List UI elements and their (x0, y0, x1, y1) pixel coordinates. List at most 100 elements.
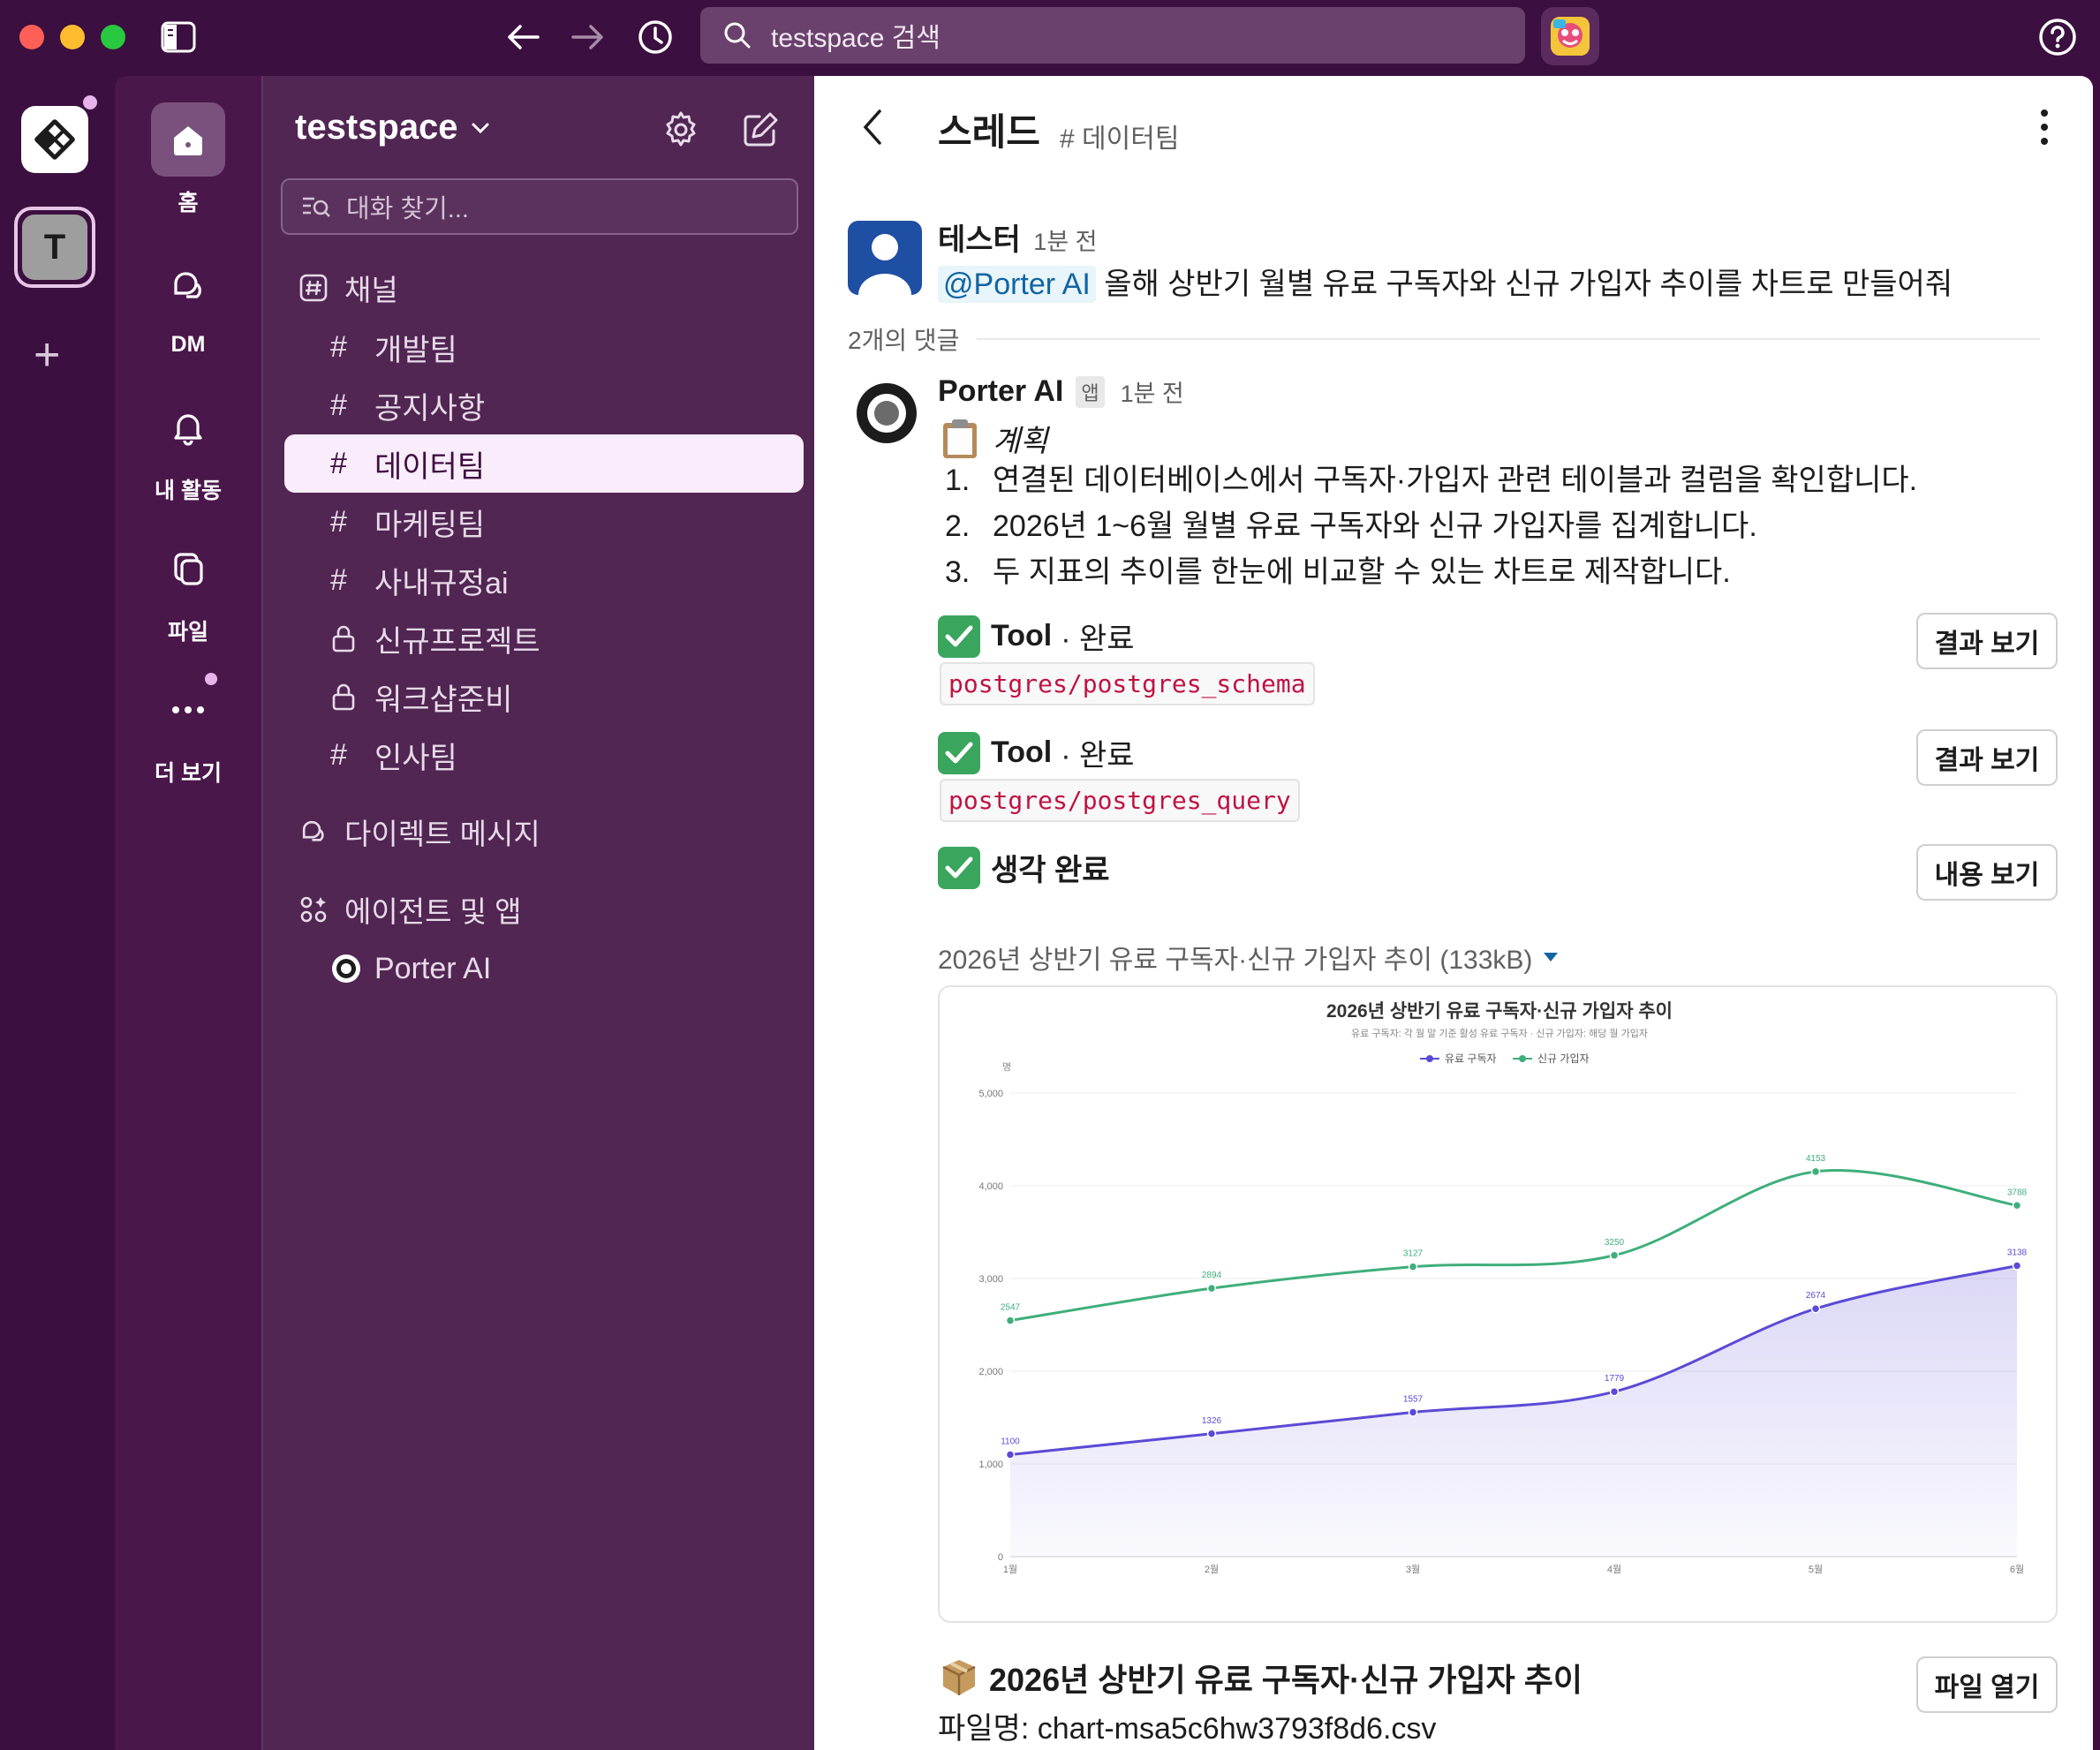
y-tick-label: 1,000 (978, 1460, 1003, 1470)
parent-author[interactable]: 테스터 (938, 223, 1021, 257)
data-point (1408, 1407, 1418, 1417)
nav-files[interactable]: 파일 (115, 532, 261, 646)
dm-header-label: 다이렉트 메시지 (344, 818, 540, 850)
data-point (1206, 1283, 1217, 1294)
app-name: Porter AI (374, 951, 492, 985)
workspace-switcher-active[interactable]: T (14, 207, 95, 288)
view-content-button[interactable]: 내용 보기 (1916, 844, 2058, 901)
porter-ai-mention[interactable]: @Porter AI (938, 266, 1096, 303)
nav-home[interactable]: 홈 (115, 102, 261, 217)
replies-divider: 2개의 댓글 (848, 321, 2040, 357)
check-mark-icon (938, 615, 980, 658)
y-tick-label: 5,000 (978, 1089, 1003, 1099)
sidebar-channel-new-project[interactable]: 신규프로젝트 (284, 609, 804, 668)
nav-more[interactable]: 더 보기 (115, 673, 261, 788)
files-icon (151, 532, 225, 606)
chevron-down-icon (472, 123, 489, 133)
data-label: 2894 (1202, 1271, 1222, 1280)
series-area-fill (1010, 1265, 2017, 1557)
home-icon (151, 102, 225, 177)
nav-dm[interactable]: DM (115, 249, 261, 358)
view-result-button-1[interactable]: 결과 보기 (1916, 613, 2058, 669)
thinking-label: 생각 완료 (991, 854, 1110, 887)
list-item: 1. 연결된 데이터베이스에서 구독자·가입자 관련 테이블과 컬럼을 확인합니다… (945, 464, 1918, 497)
data-point (1609, 1250, 1620, 1260)
nav-activity-label: 내 활동 (155, 479, 222, 503)
view-result-button-2[interactable]: 결과 보기 (1916, 729, 2058, 786)
help-icon[interactable] (2036, 16, 2079, 58)
reply-author[interactable]: Porter AI (938, 374, 1063, 409)
parent-time[interactable]: 1분 전 (1033, 229, 1097, 255)
data-point (1810, 1166, 1821, 1177)
apps-header-label: 에이전트 및 앱 (344, 895, 522, 928)
lock-icon (330, 683, 374, 711)
sidebar-channel-policy-ai[interactable]: # 사내규정ai (284, 551, 804, 609)
y-axis-label: 명 (1002, 1061, 1011, 1073)
sidebar-channel-hr[interactable]: # 인사팀 (284, 726, 804, 784)
clipboard-icon (943, 419, 977, 458)
data-point (1005, 1450, 1016, 1460)
data-label: 3138 (2007, 1248, 2028, 1258)
search-bar[interactable]: testspace 검색 (700, 7, 1525, 64)
reply-time[interactable]: 1분 전 (1121, 374, 1184, 409)
data-point (1810, 1303, 1821, 1314)
channel-name: 데이터팀 (374, 449, 486, 484)
window-minimize-button[interactable] (60, 25, 85, 49)
sidebar-channel-notice[interactable]: # 공지사항 (284, 376, 804, 434)
sidebar-app-porter-ai[interactable]: Porter AI (284, 939, 804, 998)
thread-channel-link[interactable]: # 데이터팀 (1060, 117, 1179, 155)
add-workspace-plus-icon[interactable]: + (34, 332, 60, 378)
open-file-button[interactable]: 파일 열기 (1916, 1656, 2058, 1713)
channel-name: 개발팀 (374, 333, 457, 367)
channels-hash-box-icon (299, 274, 328, 302)
primary-nav: 홈 DM 내 활동 파일 더 보기 (115, 76, 261, 1750)
csv-attachment-title: 2026년 상반기 유료 구독자·신규 가입자 추이 (938, 1655, 1583, 1701)
parent-message-text: 올해 상반기 월별 유료 구독자와 신규 가입자 추이를 차트로 만들어줘 (1104, 268, 1953, 301)
sidebar-toggle-icon[interactable] (157, 16, 200, 58)
back-arrow-icon[interactable] (502, 16, 544, 58)
user-avatar[interactable] (1541, 7, 1599, 65)
apps-section-header[interactable]: 에이전트 및 앱 (298, 888, 522, 931)
data-label: 4153 (1806, 1154, 1826, 1164)
workspace-logo[interactable] (21, 106, 88, 173)
nav-activity[interactable]: 내 활동 (115, 390, 261, 505)
file-attachment-label[interactable]: 2026년 상반기 유료 구독자·신규 가입자 추이 (133kB) (938, 938, 1559, 977)
nav-more-label: 더 보기 (155, 761, 222, 786)
workspace-name-menu[interactable]: testspace (295, 108, 490, 147)
hash-icon: # (330, 504, 347, 539)
porter-ai-avatar[interactable] (855, 381, 918, 445)
tester-avatar[interactable] (848, 221, 922, 295)
sidebar-channel-data-active[interactable]: # 데이터팀 (284, 434, 804, 493)
thread-more-vertical-icon[interactable] (2038, 108, 2051, 151)
data-label: 3127 (1403, 1249, 1424, 1259)
csv-filename: 파일명: chart-msa5c6hw3793f8d6.csv (938, 1712, 1437, 1746)
hash-icon: # (330, 446, 347, 480)
channel-name: 워크샵준비 (374, 683, 513, 717)
tool-label: Tool (991, 735, 1053, 769)
dm-section-header[interactable]: 다이렉트 메시지 (298, 811, 540, 853)
forward-arrow-icon[interactable] (567, 16, 609, 58)
compose-icon[interactable] (737, 106, 784, 154)
y-tick-label: 2,000 (978, 1367, 1003, 1377)
window-close-button[interactable] (19, 25, 44, 49)
channels-section-header[interactable]: 채널 (298, 267, 398, 309)
history-clock-icon[interactable] (634, 16, 676, 58)
chart-image[interactable]: 2026년 상반기 유료 구독자·신규 가입자 추이 유료 구독자: 각 월 말 … (938, 985, 2058, 1623)
thread-back-chevron-icon[interactable] (860, 108, 885, 151)
conversation-search-input[interactable]: 대화 찾기... (281, 178, 798, 235)
sidebar-channel-workshop[interactable]: 워크샵준비 (284, 668, 804, 726)
workspace-notification-dot (83, 95, 97, 109)
window-zoom-button[interactable] (101, 25, 125, 49)
tool-status: · 완료 (1061, 622, 1135, 656)
x-tick-label: 6월 (2010, 1564, 2024, 1575)
hash-icon: # (330, 737, 347, 772)
settings-gear-icon[interactable] (657, 106, 705, 154)
dm-bubbles-icon (302, 820, 324, 841)
parent-message-body: @Porter AI 올해 상반기 월별 유료 구독자와 신규 가입자 추이를 … (938, 260, 1953, 303)
sidebar-channel-dev[interactable]: # 개발팀 (284, 318, 804, 376)
x-tick-label: 5월 (1809, 1564, 1823, 1575)
workspace-rail: T + (0, 76, 115, 1750)
tool-label: Tool (991, 619, 1053, 652)
sidebar-channel-marketing[interactable]: # 마케팅팀 (284, 493, 804, 551)
channel-name: 사내규정ai (374, 566, 509, 600)
